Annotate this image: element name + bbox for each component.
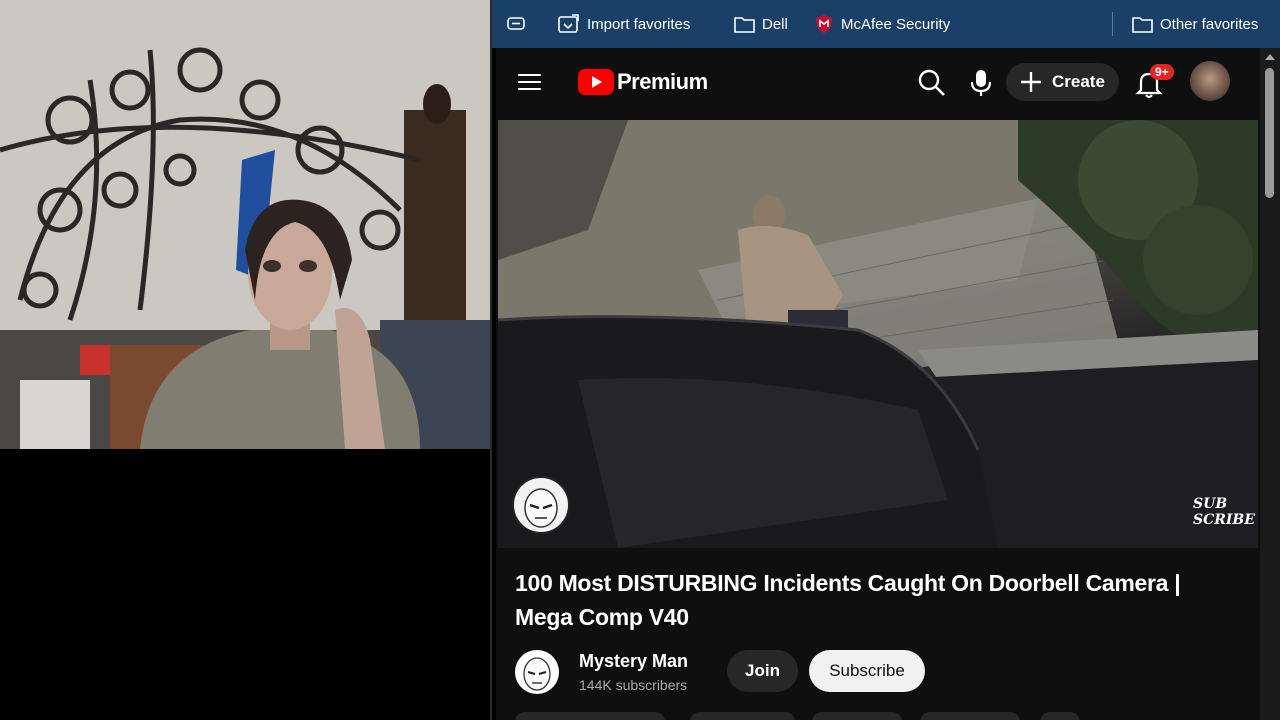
notification-badge: 9+ (1150, 64, 1174, 80)
create-label: Create (1052, 72, 1105, 91)
favorites-item-label: Dell (762, 15, 788, 33)
favorites-item-collections[interactable] (506, 0, 533, 48)
action-buttons-row (515, 712, 1115, 720)
webcam-scene (0, 0, 490, 449)
video-title: 100 Most DISTURBING Incidents Caught On … (515, 570, 1181, 630)
favorites-separator (1112, 12, 1113, 36)
channel-watermark[interactable] (512, 476, 570, 534)
webcam-feed (0, 0, 490, 449)
action-pill[interactable] (515, 712, 665, 720)
action-pill[interactable] (1040, 712, 1080, 720)
scroll-up-arrow-icon[interactable] (1265, 54, 1275, 60)
subscriber-count: 144K subscribers (579, 677, 688, 693)
pane-divider (490, 0, 492, 720)
action-pill[interactable] (812, 712, 902, 720)
import-favorites-icon (558, 14, 579, 33)
favorites-item-dell[interactable]: Dell (734, 0, 788, 48)
favorites-item-label: Other favorites (1160, 15, 1259, 33)
channel-avatar[interactable] (515, 650, 559, 694)
menu-icon[interactable] (512, 68, 548, 98)
subscribe-button[interactable]: Subscribe (809, 650, 925, 692)
youtube-header: Premium Create 9+ (496, 48, 1280, 120)
account-avatar[interactable] (1190, 61, 1230, 101)
action-pill[interactable] (920, 712, 1020, 720)
youtube-page: Premium Create 9+ SUB SCRIBE 100 Most DI… (496, 48, 1280, 720)
folder-icon (1132, 16, 1153, 33)
channel-name[interactable]: Mystery Man (579, 651, 688, 672)
video-player[interactable]: SUB SCRIBE (498, 120, 1258, 548)
youtube-play-icon (578, 69, 614, 95)
microphone-icon[interactable] (967, 67, 995, 99)
favorites-item-mcafee[interactable]: McAfee Security (814, 0, 950, 48)
favorites-item-label: McAfee Security (841, 15, 951, 33)
logo-text: Premium (617, 69, 708, 94)
video-frame (498, 120, 1258, 548)
favorites-bar: Import favorites Dell McAfee Security Ot… (492, 0, 1280, 48)
scrollbar-thumb[interactable] (1265, 68, 1274, 198)
scrollbar[interactable] (1260, 48, 1280, 720)
join-button[interactable]: Join (727, 650, 798, 692)
favorites-item-other[interactable]: Other favorites (1132, 0, 1258, 48)
search-icon[interactable] (916, 67, 948, 99)
action-pill[interactable] (690, 712, 795, 720)
folder-icon (734, 16, 755, 33)
subscribe-watermark[interactable]: SUB SCRIBE (1193, 496, 1258, 528)
favorites-item-import[interactable]: Import favorites (558, 0, 690, 48)
favorites-item-label: Import favorites (587, 15, 691, 33)
webcam-empty-area (0, 449, 490, 720)
plus-icon (1021, 72, 1041, 92)
create-button[interactable]: Create (1006, 63, 1119, 101)
mcafee-shield-icon (816, 15, 832, 33)
collections-icon (507, 17, 525, 30)
youtube-premium-logo[interactable]: Premium (578, 69, 708, 95)
